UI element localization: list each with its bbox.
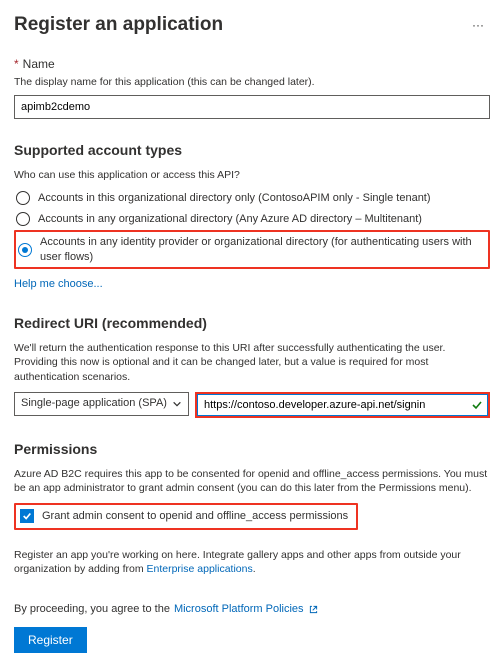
platform-selected-label: Single-page application (SPA) [21, 396, 167, 411]
policy-note: By proceeding, you agree to the Microsof… [14, 602, 490, 617]
account-option-label: Accounts in any organizational directory… [38, 212, 422, 227]
required-asterisk: * [14, 57, 19, 71]
radio-icon [18, 243, 32, 257]
accounts-hint: Who can use this application or access t… [14, 168, 490, 182]
name-input[interactable] [14, 95, 490, 119]
page-title: Register an application [14, 12, 223, 38]
redirect-uri-wrapper [195, 392, 490, 418]
admin-consent-label: Grant admin consent to openid and offlin… [42, 509, 348, 524]
checkbox-checked-icon [20, 509, 34, 523]
permissions-heading: Permissions [14, 440, 490, 459]
name-hint: The display name for this application (t… [14, 75, 490, 89]
permissions-hint: Azure AD B2C requires this app to be con… [14, 467, 490, 495]
account-option-label: Accounts in any identity provider or org… [40, 235, 484, 265]
more-menu[interactable]: ··· [466, 17, 490, 33]
help-me-choose-link[interactable]: Help me choose... [14, 278, 103, 290]
register-note: Register an app you're working on here. … [14, 548, 490, 576]
redirect-hint: We'll return the authentication response… [14, 341, 490, 384]
account-option-single-tenant[interactable]: Accounts in this organizational director… [14, 188, 490, 209]
radio-icon [16, 212, 30, 226]
redirect-heading: Redirect URI (recommended) [14, 314, 490, 333]
account-option-multitenant[interactable]: Accounts in any organizational directory… [14, 209, 490, 230]
platform-select[interactable]: Single-page application (SPA) [14, 392, 189, 416]
register-button[interactable]: Register [14, 627, 87, 653]
validation-check-icon [466, 394, 488, 416]
account-option-any-idp[interactable]: Accounts in any identity provider or org… [14, 230, 490, 270]
accounts-heading: Supported account types [14, 141, 490, 160]
enterprise-applications-link[interactable]: Enterprise applications [147, 563, 253, 575]
chevron-down-icon [172, 399, 182, 409]
redirect-uri-input[interactable] [197, 394, 466, 416]
name-label: *Name [14, 56, 490, 72]
account-option-label: Accounts in this organizational director… [38, 191, 431, 206]
admin-consent-checkbox-row[interactable]: Grant admin consent to openid and offlin… [14, 503, 358, 530]
external-link-icon [308, 604, 319, 615]
radio-icon [16, 191, 30, 205]
platform-policies-link[interactable]: Microsoft Platform Policies [174, 602, 304, 617]
